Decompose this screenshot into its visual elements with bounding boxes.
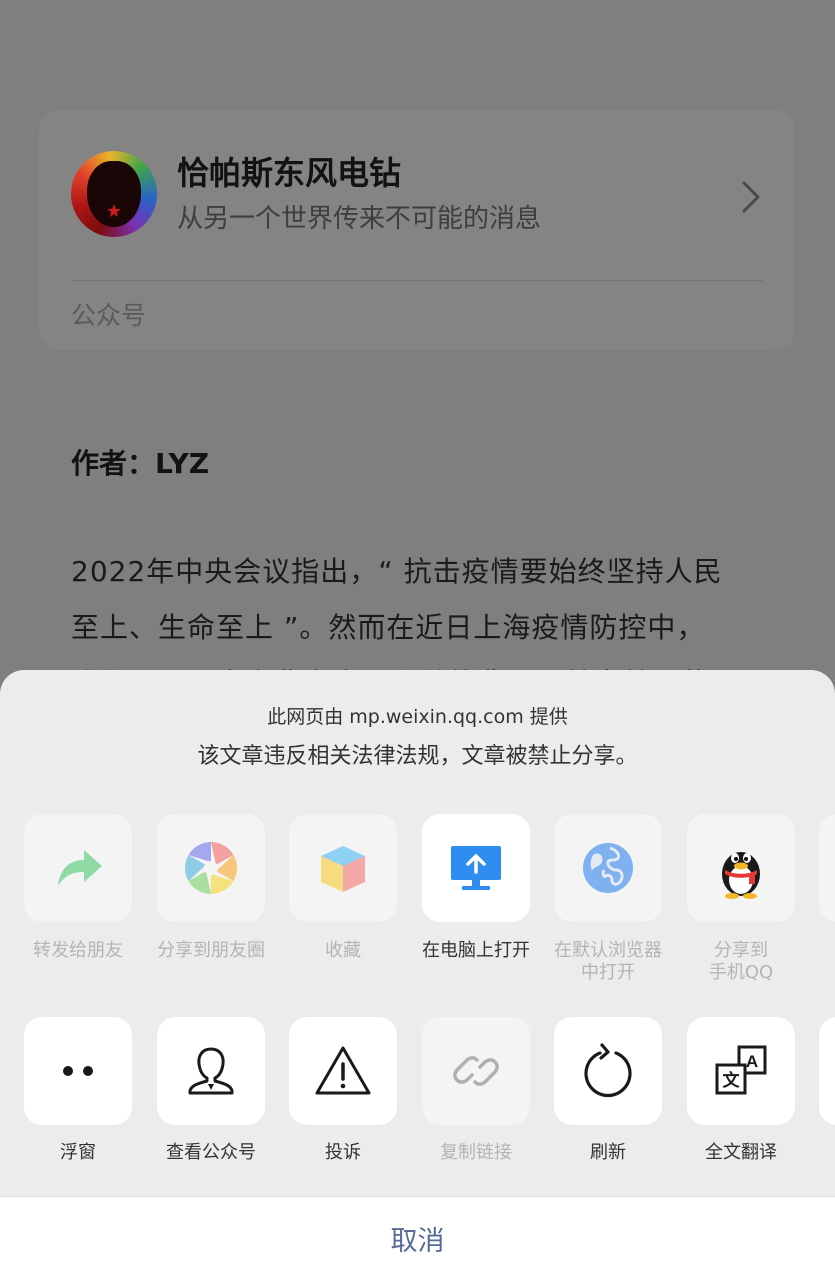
svg-text:文: 文 — [723, 1070, 741, 1091]
share-forbidden-notice: 该文章违反相关法律法规，文章被禁止分享。 — [197, 744, 638, 769]
float-window-icon — [63, 1066, 93, 1076]
share-to-moments-label: 分享到朋友圈 — [157, 940, 265, 961]
favorite-button[interactable] — [289, 814, 397, 922]
translate-full-text-button[interactable]: A 文 — [687, 1017, 795, 1125]
globe-icon — [583, 843, 633, 893]
copy-link-button[interactable] — [422, 1017, 530, 1125]
heart-avatar-icon: ★ — [71, 151, 157, 237]
card-divider — [71, 280, 763, 281]
search-label-partial: 搜 — [803, 1142, 835, 1164]
open-on-pc-label: 在电脑上打开 — [422, 940, 530, 961]
page-source-text: 此网页由 mp.weixin.qq.com 提供 — [267, 706, 568, 728]
float-window-label: 浮窗 — [60, 1142, 96, 1163]
account-card[interactable]: ★ 恰帕斯东风电钻 从另一个世界传来不可能的消息 公众号 — [39, 110, 795, 350]
qq-penguin-icon — [722, 852, 760, 899]
refresh-button[interactable] — [554, 1017, 662, 1125]
cancel-button[interactable]: 取消 — [0, 1219, 835, 1258]
refresh-icon — [584, 1043, 632, 1098]
warning-triangle-icon — [315, 1046, 371, 1095]
official-account-icon — [188, 1047, 234, 1095]
account-name: 恰帕斯东风电钻 — [177, 154, 402, 192]
paragraph-line: 至上、生命至上 ”。然而在近日上海疫情防控中， — [71, 611, 706, 644]
moments-aperture-icon — [185, 842, 237, 894]
open-in-browser-label: 在默认浏览器 中打开 — [554, 940, 662, 983]
svg-text:A: A — [746, 1052, 758, 1071]
link-icon — [453, 1056, 499, 1086]
chevron-right-icon — [742, 181, 760, 213]
favorite-cube-icon — [321, 846, 365, 892]
account-description: 从另一个世界传来不可能的消息 — [177, 204, 542, 234]
monitor-upload-icon — [451, 846, 501, 890]
translate-full-text-label: 全文翻译 — [705, 1142, 777, 1163]
translate-icon: A 文 — [715, 1045, 767, 1095]
author-line: 作者：LYZ — [71, 447, 210, 480]
account-type-label: 公众号 — [71, 301, 147, 330]
refresh-label: 刷新 — [590, 1142, 626, 1163]
report-button[interactable] — [289, 1017, 397, 1125]
forward-to-friend-button[interactable] — [24, 814, 132, 922]
share-to-qq-label: 分享到 手机QQ — [708, 940, 774, 983]
forward-to-friend-label: 转发给朋友 — [33, 940, 123, 961]
share-to-qq-button[interactable] — [687, 814, 795, 922]
forward-arrow-icon — [58, 850, 102, 886]
open-on-pc-button[interactable] — [422, 814, 530, 922]
search-tile-partial[interactable] — [819, 1017, 835, 1125]
more-share-tile-partial[interactable] — [819, 814, 835, 922]
sheet-footer: 取消 — [0, 1196, 835, 1280]
paragraph-line: 2022年中央会议指出，“ 抗击疫情要始终坚持人民 — [71, 555, 723, 588]
view-official-account-label: 查看公众号 — [166, 1142, 256, 1163]
view-official-account-button[interactable] — [157, 1017, 265, 1125]
share-to-moments-button[interactable] — [157, 814, 265, 922]
report-label: 投诉 — [325, 1142, 361, 1163]
favorite-label: 收藏 — [325, 940, 361, 961]
copy-link-label: 复制链接 — [440, 1142, 512, 1163]
share-sheet: 此网页由 mp.weixin.qq.com 提供 该文章违反相关法律法规，文章被… — [0, 670, 835, 1280]
open-in-browser-button[interactable] — [554, 814, 662, 922]
float-window-button[interactable] — [24, 1017, 132, 1125]
